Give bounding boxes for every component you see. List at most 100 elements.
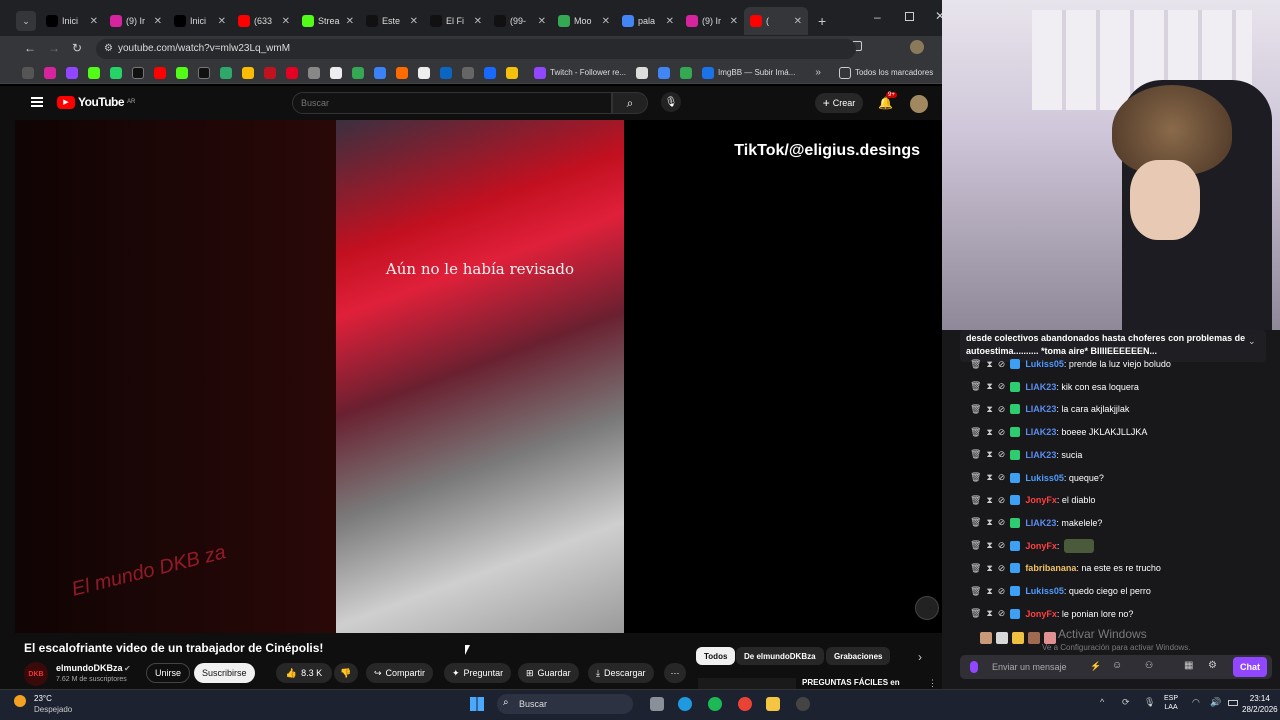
timeout-icon[interactable]: ⧗ <box>986 586 992 597</box>
chat-username[interactable]: LIAK23 <box>1025 518 1056 528</box>
recommendation-title[interactable]: PREGUNTAS FÁCILES en <box>802 678 900 687</box>
tab-close-icon[interactable]: ✕ <box>794 16 802 27</box>
all-bookmarks-label[interactable]: Todos los marcadores <box>855 68 933 77</box>
channel-avatar[interactable]: DKB <box>24 662 48 686</box>
bookmark-c-icon[interactable] <box>374 66 386 79</box>
chat-username[interactable]: LIAK23 <box>1025 382 1056 392</box>
browser-tab[interactable]: Este ✕ <box>360 7 424 35</box>
delete-message-icon[interactable]: 🗑 <box>970 359 981 370</box>
delete-message-icon[interactable]: 🗑 <box>970 449 981 460</box>
tab-close-icon[interactable]: ✕ <box>602 16 610 27</box>
browser-tab[interactable]: (✕ <box>744 7 808 35</box>
maximize-icon[interactable] <box>905 12 914 21</box>
bookmark-up2-icon[interactable] <box>418 66 430 79</box>
bookmark-flag-icon[interactable] <box>636 66 649 79</box>
ban-icon[interactable]: ⊘ <box>998 608 1006 619</box>
users-icon[interactable]: ⚇ <box>1145 660 1153 671</box>
taskview-icon[interactable] <box>650 697 664 711</box>
download-button[interactable]: ⤓ Descargar <box>588 663 654 683</box>
chat-send-button[interactable]: Chat <box>1233 657 1267 677</box>
browser-tab[interactable]: Inici ✕ <box>168 7 232 35</box>
chat-username[interactable]: LIAK23 <box>1025 450 1056 460</box>
voice-search-button[interactable]: 🎙 <box>661 92 681 112</box>
chips-next-icon[interactable]: › <box>918 650 922 664</box>
recommendation-menu-icon[interactable]: ⋮ <box>928 678 937 689</box>
search-input[interactable] <box>292 92 612 114</box>
ban-icon[interactable]: ⊘ <box>998 517 1006 528</box>
bookmark-kick2-icon[interactable] <box>176 66 188 79</box>
ban-icon[interactable]: ⊘ <box>998 359 1006 370</box>
delete-message-icon[interactable]: 🗑 <box>970 404 981 415</box>
delete-message-icon[interactable]: 🗑 <box>970 381 981 392</box>
chat-username[interactable]: JonyFx <box>1025 541 1057 551</box>
chat-settings-icon[interactable]: ⚙ <box>1208 660 1217 671</box>
chat-username[interactable]: LIAK23 <box>1025 404 1056 414</box>
bookmark-linkedin-icon[interactable] <box>440 66 452 79</box>
chat-username[interactable]: JonyFx <box>1025 609 1057 619</box>
ban-icon[interactable]: ⊘ <box>998 381 1006 392</box>
taskbar-search[interactable]: Buscar <box>497 694 633 714</box>
tray-icon[interactable]: ⟳ <box>1122 697 1130 708</box>
chat-username[interactable]: Lukiss05 <box>1025 359 1064 369</box>
bookmark-yellow-icon[interactable] <box>506 66 518 79</box>
wifi-icon[interactable]: ◠ <box>1192 697 1200 708</box>
delete-message-icon[interactable]: 🗑 <box>970 495 981 506</box>
tab-close-icon[interactable]: ✕ <box>90 16 98 27</box>
bookmark-youtube-icon[interactable] <box>154 66 166 79</box>
reload-icon[interactable]: ↻ <box>72 41 82 55</box>
search-button[interactable]: ⌕ <box>612 92 648 114</box>
tab-close-icon[interactable]: ✕ <box>474 16 482 27</box>
browser-tab[interactable]: (99- ✕ <box>488 7 552 35</box>
apps-icon[interactable] <box>22 66 34 79</box>
timeout-icon[interactable]: ⧗ <box>986 608 992 619</box>
tab-close-icon[interactable]: ✕ <box>218 16 226 27</box>
edge-icon[interactable] <box>678 697 692 711</box>
timeout-icon[interactable]: ⧗ <box>986 449 992 460</box>
ban-icon[interactable]: ⊘ <box>998 563 1006 574</box>
chat-username[interactable]: Lukiss05 <box>1025 586 1064 596</box>
bits-icon[interactable]: ⚡ <box>1090 661 1101 672</box>
tab-close-icon[interactable]: ✕ <box>666 16 674 27</box>
delete-message-icon[interactable]: 🗑 <box>970 427 981 438</box>
chat-username[interactable]: Lukiss05 <box>1025 473 1064 483</box>
branding-icon[interactable] <box>915 596 939 620</box>
pinned-expand-icon[interactable]: ⌄ <box>1248 336 1256 347</box>
browser-tab[interactable]: El Fi ✕ <box>424 7 488 35</box>
chip-2[interactable]: Grabaciones <box>826 647 891 665</box>
gift-icon[interactable]: ▦ <box>1184 660 1193 671</box>
clock[interactable]: 23:14 28/2/2026 <box>1242 693 1278 715</box>
create-button[interactable]: + Crear <box>815 93 863 113</box>
bookmark-imgbb-label[interactable]: ImgBB — Subir Imá... <box>718 68 795 77</box>
explorer-icon[interactable] <box>766 697 780 711</box>
menu-icon[interactable] <box>31 97 43 107</box>
bookmark-globe-icon[interactable] <box>462 66 474 79</box>
timeout-icon[interactable]: ⧗ <box>986 540 992 551</box>
bookmark-web-icon[interactable] <box>308 66 320 79</box>
browser-tab[interactable]: (9) Ir ✕ <box>104 7 168 35</box>
tab-close-icon[interactable]: ✕ <box>346 16 354 27</box>
delete-message-icon[interactable]: 🗑 <box>970 608 981 619</box>
delete-message-icon[interactable]: 🗑 <box>970 472 981 483</box>
bookmark-whatsapp-icon[interactable] <box>110 66 122 79</box>
chrome-icon[interactable] <box>738 697 752 711</box>
weather-temp[interactable]: 23°C <box>34 694 52 703</box>
spotify-icon[interactable] <box>708 697 722 711</box>
bookmarks-overflow-icon[interactable]: » <box>815 67 821 78</box>
notifications-button[interactable]: 🔔 9+ <box>878 92 897 110</box>
chat-username[interactable]: fabribanana <box>1025 563 1076 573</box>
youtube-logo[interactable]: ▶ YouTube AR <box>57 95 135 109</box>
bookmark-up-icon[interactable] <box>330 66 342 79</box>
browser-tab[interactable]: Strea ✕ <box>296 7 360 35</box>
delete-message-icon[interactable]: 🗑 <box>970 517 981 528</box>
new-tab-button[interactable]: + <box>818 13 826 29</box>
delete-message-icon[interactable]: 🗑 <box>970 563 981 574</box>
bookmark-maps-icon[interactable] <box>220 66 232 79</box>
ban-icon[interactable]: ⊘ <box>998 449 1006 460</box>
forward-icon[interactable]: → <box>48 41 60 55</box>
subscribe-button[interactable]: Suscribirse <box>194 663 255 683</box>
timeout-icon[interactable]: ⧗ <box>986 381 992 392</box>
weather-icon[interactable] <box>14 695 26 707</box>
tab-close-icon[interactable]: ✕ <box>538 16 546 27</box>
ban-icon[interactable]: ⊘ <box>998 404 1006 415</box>
ban-icon[interactable]: ⊘ <box>998 495 1006 506</box>
